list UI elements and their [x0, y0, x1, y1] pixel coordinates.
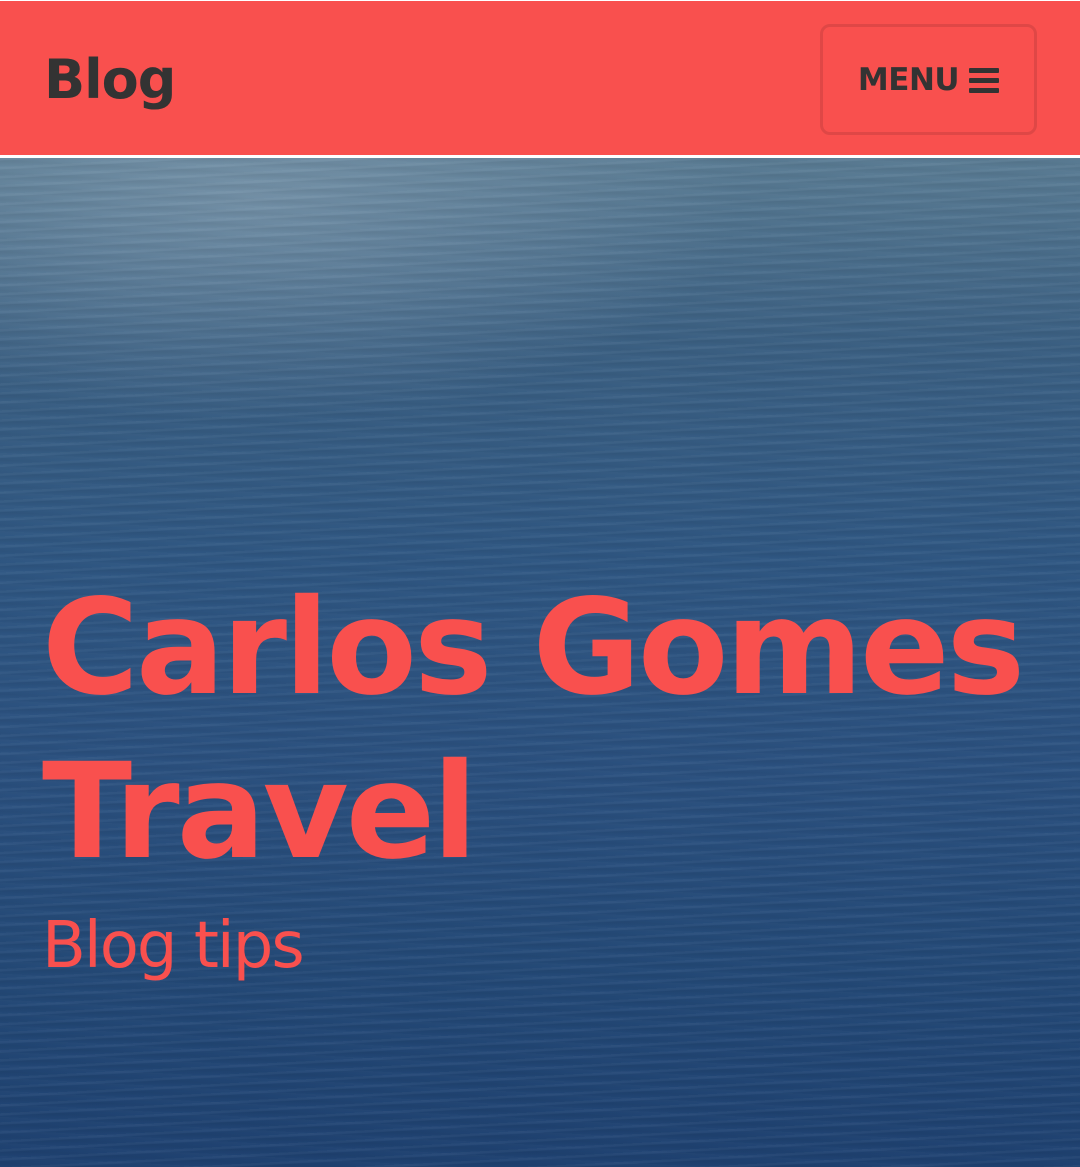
hero-title: Carlos Gomes Travel [42, 571, 1025, 889]
hero-subtitle: Blog tips [42, 909, 305, 983]
brand-link[interactable]: Blog [44, 45, 176, 115]
menu-label: MENU [857, 61, 960, 98]
menu-button[interactable]: MENU [820, 24, 1037, 135]
navbar: Blog MENU [0, 0, 1080, 158]
hamburger-icon [969, 67, 1000, 93]
hero-banner: Carlos Gomes Travel Blog tips [0, 158, 1080, 1167]
